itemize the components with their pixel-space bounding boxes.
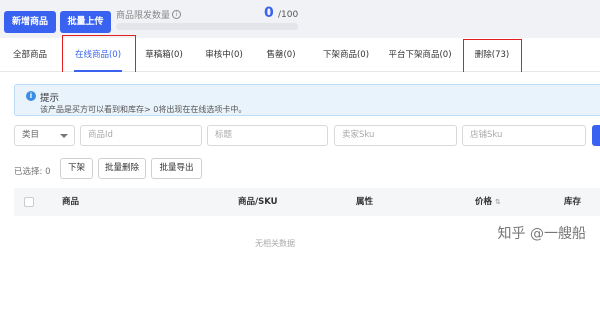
tab-drafts[interactable]: 草稿箱(0) bbox=[138, 38, 190, 72]
tab-all-products[interactable]: 全部商品 bbox=[4, 38, 56, 72]
column-header-price: 价格 bbox=[475, 197, 493, 207]
product-id-input[interactable]: 商品Id bbox=[80, 125, 202, 146]
quota-max: /100 bbox=[278, 10, 299, 20]
quota-label-wrap: 商品限发数量 i bbox=[116, 8, 182, 21]
add-product-button[interactable]: 新增商品 bbox=[4, 11, 56, 33]
watermark: 知乎 @一艘船 bbox=[497, 226, 586, 242]
tab-delisted[interactable]: 下架商品(0) bbox=[316, 38, 376, 72]
batch-export-button[interactable]: 批量导出 bbox=[151, 158, 202, 179]
tab-under-review[interactable]: 审核中(0) bbox=[198, 38, 250, 72]
tab-sold-out[interactable]: 售罄(0) bbox=[260, 38, 302, 72]
select-all-checkbox[interactable] bbox=[24, 197, 34, 207]
top-toolbar: 新增商品 批量上传 商品限发数量 i 0 /100 bbox=[0, 0, 600, 38]
selected-count: 已选择: 0 bbox=[14, 167, 51, 177]
notice-text: 该产品是买方可以看到和库存> 0将出现在在线选项卡中。 bbox=[40, 105, 247, 114]
notice-title: 提示 bbox=[40, 93, 60, 104]
category-select-value: 类目 bbox=[22, 130, 40, 140]
column-header-stock: 库存 bbox=[564, 197, 582, 207]
column-header-product: 商品 bbox=[62, 197, 80, 207]
seller-sku-input[interactable]: 卖家Sku bbox=[334, 125, 457, 146]
sort-icon[interactable]: ⇅ bbox=[495, 198, 501, 206]
table-header: 商品 商品/SKU 属性 价格 ⇅ 库存 bbox=[14, 188, 600, 216]
status-tabs: 全部商品 在线商品(0) 草稿箱(0) 审核中(0) 售罄(0) 下架商品(0)… bbox=[0, 38, 600, 72]
category-select[interactable]: 类目 bbox=[14, 125, 75, 146]
chevron-down-icon bbox=[60, 134, 68, 138]
info-icon[interactable]: i bbox=[172, 10, 182, 19]
title-input[interactable]: 标题 bbox=[207, 125, 328, 146]
batch-upload-button[interactable]: 批量上传 bbox=[60, 11, 111, 33]
quota-progress-bar bbox=[116, 23, 298, 30]
column-header-product-sku: 商品/SKU bbox=[238, 197, 278, 207]
notice-banner: i 提示 该产品是买方可以看到和库存> 0将出现在在线选项卡中。 bbox=[14, 84, 600, 116]
delist-button[interactable]: 下架 bbox=[60, 158, 93, 179]
quota-count: 0 bbox=[264, 5, 274, 21]
shop-sku-input[interactable]: 店铺Sku bbox=[462, 125, 586, 146]
tab-online[interactable]: 在线商品(0) bbox=[68, 38, 128, 72]
column-header-attributes: 属性 bbox=[356, 197, 374, 207]
info-circle-icon: i bbox=[26, 91, 36, 101]
tab-deleted[interactable]: 删除(73) bbox=[464, 38, 520, 72]
column-header-price-wrap[interactable]: 价格 ⇅ bbox=[475, 188, 501, 216]
search-button[interactable] bbox=[592, 125, 600, 146]
main-panel: i 提示 该产品是买方可以看到和库存> 0将出现在在线选项卡中。 类目 商品Id… bbox=[0, 72, 600, 330]
batch-delete-button[interactable]: 批量删除 bbox=[98, 158, 146, 179]
quota-label: 商品限发数量 bbox=[116, 11, 171, 21]
tab-platform-delisted[interactable]: 平台下架商品(0) bbox=[382, 38, 458, 72]
